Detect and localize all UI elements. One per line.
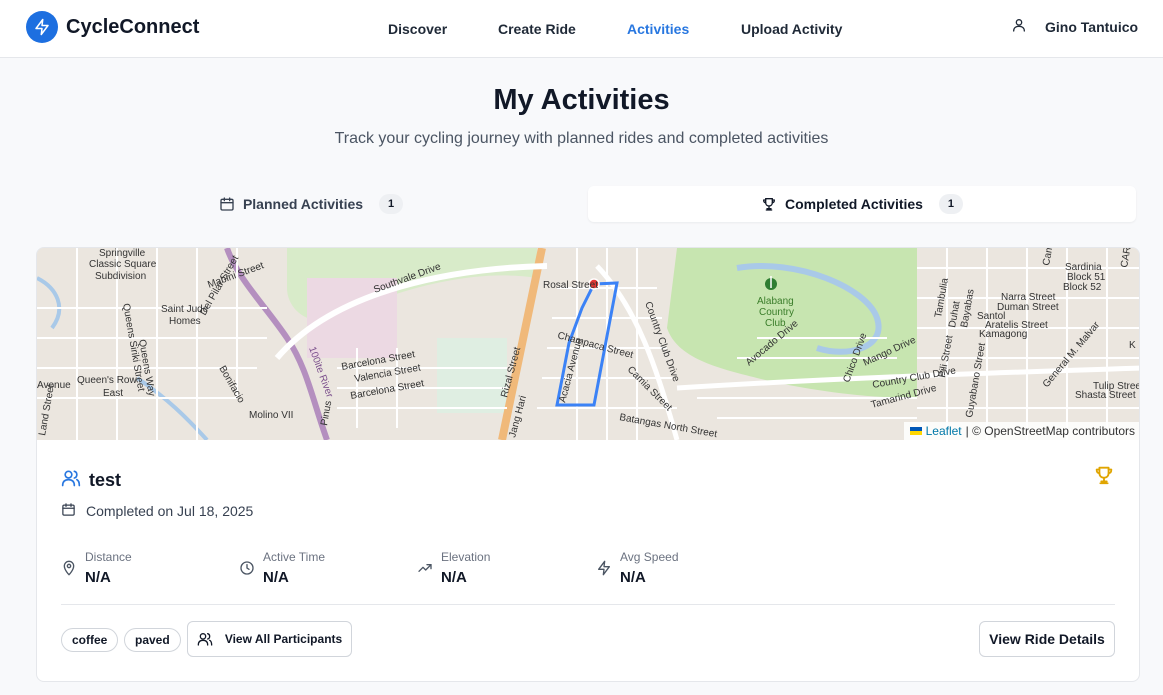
map-label: Classic Square bbox=[89, 259, 157, 270]
tab-label: Completed Activities bbox=[785, 196, 923, 212]
leaflet-link[interactable]: Leaflet bbox=[926, 424, 962, 438]
map-label: Country bbox=[759, 307, 794, 318]
stat-label: Active Time bbox=[263, 550, 326, 564]
page-subtitle: Track your cycling journey with planned … bbox=[334, 130, 829, 147]
map-label: Saint Jude bbox=[161, 304, 209, 315]
route-map[interactable]: Springville Classic Square Subdivision S… bbox=[37, 248, 1139, 440]
users-icon bbox=[197, 631, 213, 647]
trending-up-icon bbox=[417, 560, 433, 589]
lightning-icon bbox=[26, 11, 58, 43]
map-label: Duman Street bbox=[997, 302, 1059, 313]
completed-date: Completed on Jul 18, 2025 bbox=[61, 502, 253, 520]
map-label: Springville bbox=[99, 248, 146, 259]
map-attribution: Leaflet | © OpenStreetMap contributors bbox=[903, 422, 1139, 440]
stat-distance: Distance N/A bbox=[61, 549, 132, 589]
completed-text: Completed on Jul 18, 2025 bbox=[86, 503, 254, 519]
green-block bbox=[437, 338, 507, 413]
tab-label: Planned Activities bbox=[242, 196, 364, 212]
map-label: Alabang bbox=[757, 296, 794, 307]
stat-avg-speed: Avg Speed N/A bbox=[596, 549, 679, 589]
button-label: View All Participants bbox=[224, 632, 343, 646]
calendar-icon bbox=[219, 196, 235, 212]
stat-label: Avg Speed bbox=[620, 550, 679, 564]
card-divider bbox=[61, 604, 1115, 605]
activity-title: test bbox=[61, 468, 121, 493]
map-label: Queen's Row bbox=[77, 375, 137, 386]
user-name: Gino Tantuico bbox=[1045, 18, 1139, 35]
trophy-icon bbox=[761, 196, 777, 212]
activity-name: test bbox=[89, 470, 122, 490]
activity-tabs: Planned Activities 1 Completed Activitie… bbox=[36, 186, 1138, 222]
map-label: Molino VII bbox=[249, 410, 293, 421]
stat-value: N/A bbox=[263, 569, 289, 586]
map-label: K bbox=[1129, 340, 1136, 351]
stat-elevation: Elevation N/A bbox=[417, 549, 490, 589]
map-label: Kamagong bbox=[979, 329, 1027, 340]
map-label: East bbox=[103, 388, 123, 399]
users-icon bbox=[61, 468, 81, 493]
tag-coffee: coffee bbox=[61, 628, 119, 652]
page-title: My Activities bbox=[493, 84, 670, 116]
tag-paved: paved bbox=[124, 628, 181, 652]
calendar-icon bbox=[61, 502, 76, 520]
map-label: Subdivision bbox=[95, 271, 146, 282]
tab-completed-activities[interactable]: Completed Activities 1 bbox=[588, 186, 1136, 222]
stat-value: N/A bbox=[85, 569, 111, 586]
view-ride-details-button[interactable]: View Ride Details bbox=[979, 621, 1115, 657]
view-all-participants-button[interactable]: View All Participants bbox=[187, 621, 352, 657]
zap-icon bbox=[596, 560, 612, 589]
nav-activities[interactable]: Activities bbox=[627, 0, 689, 58]
stat-active-time: Active Time N/A bbox=[239, 549, 325, 589]
logo[interactable]: CycleConnect bbox=[26, 11, 199, 43]
nav-upload-activity[interactable]: Upload Activity bbox=[741, 0, 842, 58]
stat-value: N/A bbox=[441, 569, 467, 586]
app-name: CycleConnect bbox=[66, 15, 200, 38]
top-navbar: CycleConnect Discover Create Ride Activi… bbox=[0, 0, 1163, 58]
stat-value: N/A bbox=[620, 569, 646, 586]
ukraine-flag-icon bbox=[909, 427, 922, 435]
tab-count-badge: 1 bbox=[938, 194, 963, 214]
stat-label: Elevation bbox=[441, 550, 491, 564]
tab-planned-activities[interactable]: Planned Activities 1 bbox=[36, 186, 586, 222]
map-label: Rosal Street bbox=[543, 280, 598, 291]
osm-attribution: | © OpenStreetMap contributors bbox=[965, 424, 1135, 438]
map-label: Block 52 bbox=[1063, 282, 1102, 293]
map-label: Homes bbox=[169, 316, 201, 327]
nav-create-ride[interactable]: Create Ride bbox=[498, 0, 576, 58]
tab-count-badge: 1 bbox=[379, 194, 404, 214]
user-icon bbox=[1011, 17, 1027, 36]
trophy-icon bbox=[1093, 464, 1115, 491]
nav-discover[interactable]: Discover bbox=[388, 0, 447, 58]
user-menu[interactable]: Gino Tantuico bbox=[1011, 17, 1138, 36]
map-label: Shasta Street bbox=[1075, 390, 1136, 401]
stat-label: Distance bbox=[85, 550, 132, 564]
activity-card: Springville Classic Square Subdivision S… bbox=[36, 247, 1140, 682]
clock-icon bbox=[239, 560, 255, 589]
map-pin-icon bbox=[61, 560, 77, 589]
